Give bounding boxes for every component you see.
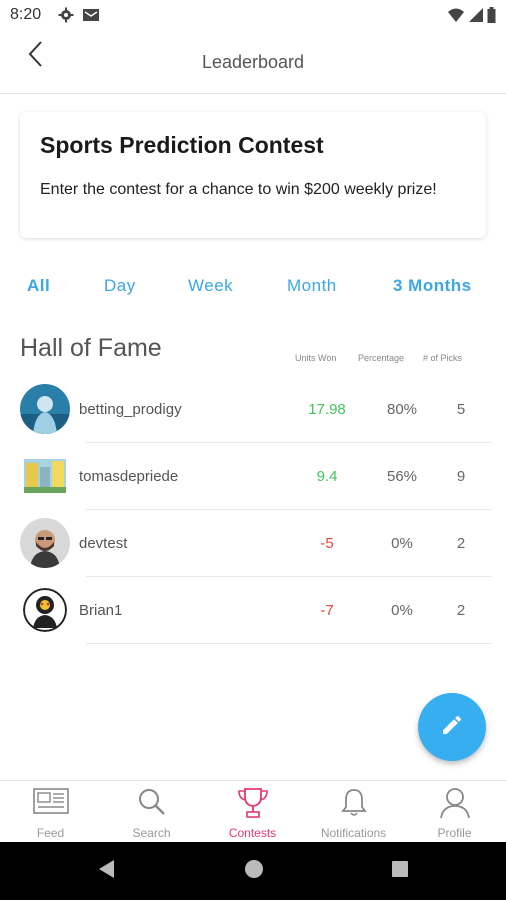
android-recents-button[interactable]	[386, 857, 414, 885]
nav-label: Profile	[437, 826, 472, 840]
period-tabs: All Day Week Month 3 Months	[0, 276, 506, 300]
mail-icon	[82, 7, 100, 28]
bell-icon	[340, 787, 368, 822]
contest-description: Enter the contest for a chance to win $2…	[40, 181, 437, 198]
status-left-icons	[58, 7, 100, 28]
percentage: 0%	[391, 602, 413, 619]
square-recents-icon	[390, 859, 410, 884]
percentage: 56%	[386, 468, 418, 485]
nav-feed[interactable]: Feed	[0, 781, 101, 843]
hall-of-fame-title: Hall of Fame	[20, 334, 162, 362]
status-right-icons	[447, 7, 496, 28]
nav-label: Contests	[228, 826, 277, 840]
search-icon	[137, 787, 167, 822]
nav-label: Notifications	[320, 826, 387, 840]
leaderboard-row[interactable]: Brian1 -7 0% 2	[0, 577, 506, 644]
gear-icon	[58, 7, 74, 28]
person-icon	[439, 787, 471, 824]
percentage: 0%	[391, 535, 413, 552]
leaderboard-list: betting_prodigy 17.98 80% 5 tomasdepried…	[0, 376, 506, 644]
avatar[interactable]	[20, 518, 70, 568]
nav-notifications[interactable]: Notifications	[303, 781, 404, 843]
username: Brian1	[79, 602, 123, 619]
units-won: 17.98	[308, 401, 346, 418]
percentage: 80%	[386, 401, 418, 418]
tab-week[interactable]: Week	[188, 276, 233, 296]
wifi-icon	[447, 7, 465, 28]
tab-month[interactable]: Month	[287, 276, 337, 296]
units-won: -5	[320, 535, 334, 552]
tab-3-months[interactable]: 3 Months	[393, 276, 472, 296]
contest-title: Sports Prediction Contest	[40, 132, 324, 158]
app-header: Leaderboard	[0, 30, 506, 94]
bottom-nav: Feed Search Contests Notifications Profi…	[0, 780, 506, 842]
status-time: 8:20	[10, 6, 42, 23]
signal-icon	[469, 7, 483, 28]
android-nav-bar	[0, 842, 506, 900]
avatar[interactable]	[23, 588, 67, 632]
android-home-button[interactable]	[240, 857, 268, 885]
picks-count: 9	[456, 468, 466, 485]
nav-label: Feed	[36, 826, 65, 840]
nav-search[interactable]: Search	[101, 781, 202, 843]
column-header-picks: # of Picks	[423, 353, 463, 363]
username: tomasdepriede	[79, 468, 179, 485]
triangle-back-icon	[96, 858, 116, 885]
tab-all[interactable]: All	[27, 276, 50, 296]
column-header-units-won: Units Won	[295, 353, 337, 363]
tab-day[interactable]: Day	[104, 276, 136, 296]
units-won: 9.4	[316, 468, 338, 485]
new-pick-fab[interactable]	[418, 693, 486, 761]
nav-profile[interactable]: Profile	[404, 781, 505, 843]
avatar[interactable]	[20, 451, 70, 501]
leaderboard-row[interactable]: betting_prodigy 17.98 80% 5	[0, 376, 506, 443]
status-bar: 8:20	[0, 0, 506, 30]
battery-icon	[487, 7, 496, 28]
contest-card[interactable]: Sports Prediction Contest Enter the cont…	[20, 112, 486, 238]
nav-contests[interactable]: Contests	[202, 781, 303, 843]
picks-count: 2	[456, 602, 466, 619]
pencil-icon	[440, 713, 464, 742]
leaderboard-row[interactable]: devtest -5 0% 2	[0, 510, 506, 577]
avatar[interactable]	[20, 384, 70, 434]
row-divider	[86, 643, 492, 644]
nav-label: Search	[132, 826, 171, 840]
android-back-button[interactable]	[92, 857, 120, 885]
username: betting_prodigy	[79, 401, 182, 418]
newspaper-icon	[32, 787, 69, 820]
page-title: Leaderboard	[201, 52, 305, 72]
picks-count: 5	[456, 401, 466, 418]
trophy-icon	[236, 787, 270, 824]
column-header-percentage: Percentage	[358, 353, 405, 363]
username: devtest	[79, 535, 128, 552]
units-won: -7	[320, 602, 334, 619]
leaderboard-row[interactable]: tomasdepriede 9.4 56% 9	[0, 443, 506, 510]
picks-count: 2	[456, 535, 466, 552]
circle-home-icon	[243, 858, 265, 885]
